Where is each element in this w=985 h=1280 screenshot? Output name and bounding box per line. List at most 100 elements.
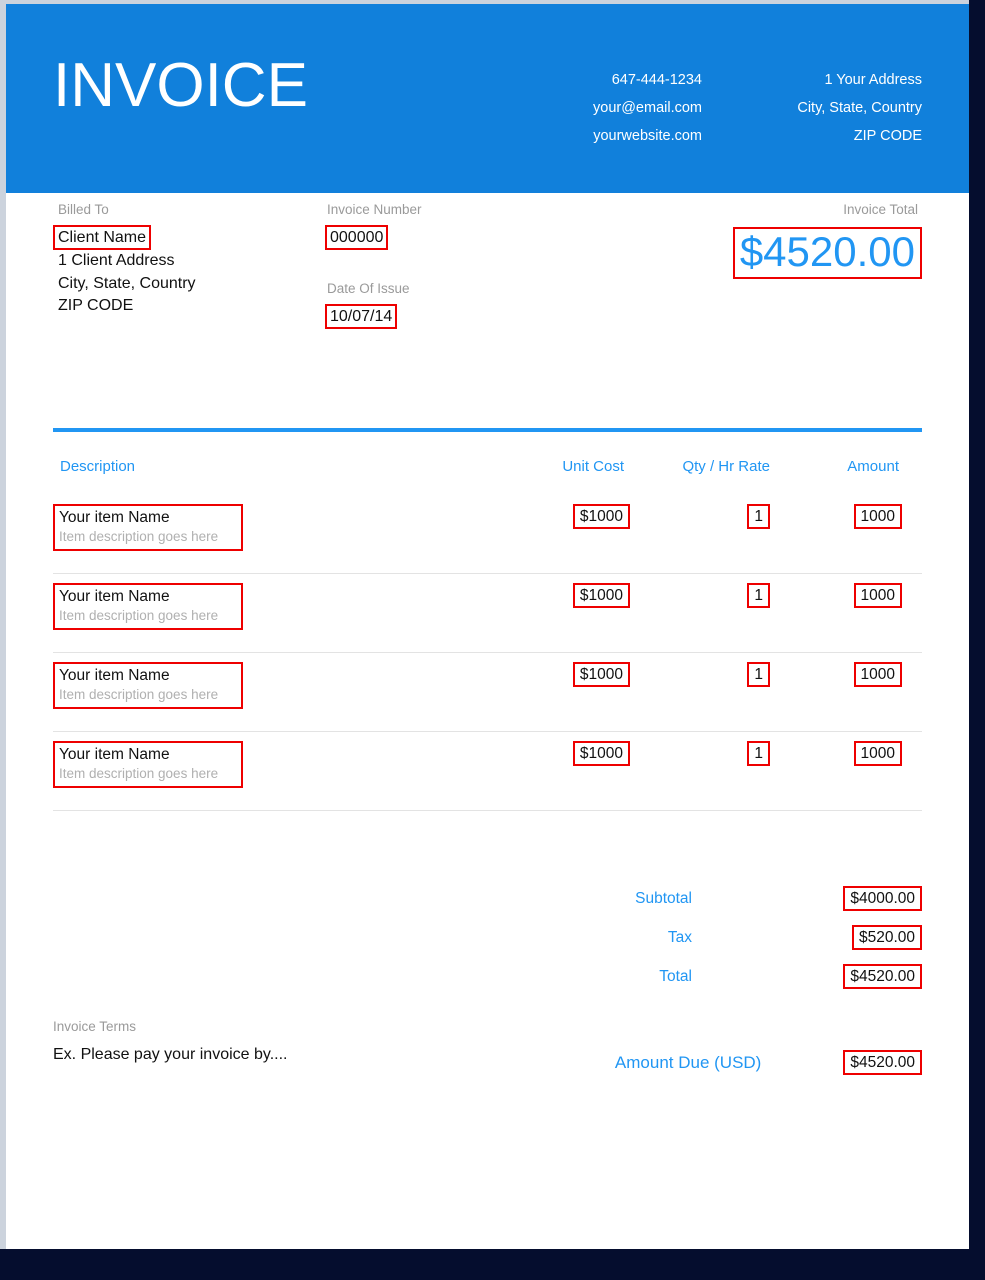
item-amount-cell[interactable]: 1000	[808, 652, 922, 732]
item-qty-cell[interactable]: 1	[663, 731, 808, 811]
item-unit-cost[interactable]: $1000	[572, 741, 630, 766]
page-frame: INVOICE 647-444-1234 your@email.com your…	[0, 0, 969, 1249]
invoice-header-band: INVOICE 647-444-1234 your@email.com your…	[6, 4, 969, 193]
item-description[interactable]: Item description goes here	[59, 686, 237, 704]
company-website: yourwebsite.com	[593, 128, 702, 144]
item-qty-cell[interactable]: 1	[663, 573, 808, 653]
page-title: INVOICE	[53, 51, 308, 120]
item-description[interactable]: Item description goes here	[59, 528, 237, 546]
totals-row-tax: Tax $520.00	[635, 918, 922, 957]
invoice-total-label: Invoice Total	[843, 202, 918, 217]
company-address-column: 1 Your Address City, State, Country ZIP …	[702, 66, 922, 150]
item-amount-cell[interactable]: 1000	[808, 495, 922, 574]
invoice-footer: Invoice Terms Ex. Please pay your invoic…	[53, 1018, 922, 1098]
item-description-cell[interactable]: Your item Name Item description goes her…	[53, 731, 483, 811]
client-name-value[interactable]: Client Name	[53, 225, 152, 250]
invoice-page: INVOICE 647-444-1234 your@email.com your…	[6, 4, 969, 1249]
item-name[interactable]: Your item Name	[59, 745, 237, 765]
item-qty[interactable]: 1	[747, 662, 770, 687]
column-header-unit-cost: Unit Cost	[562, 458, 624, 475]
company-phone: 647-444-1234	[611, 72, 702, 88]
item-unit-cost-cell[interactable]: $1000	[483, 573, 663, 653]
totals-area: Subtotal $4000.00 Tax $520.00 Total $452…	[53, 879, 922, 996]
invoice-number-value[interactable]: 000000	[325, 225, 389, 250]
totals-table: Subtotal $4000.00 Tax $520.00 Total $452…	[635, 879, 922, 996]
subtotal-label: Subtotal	[635, 889, 692, 907]
amount-due-label: Amount Due (USD)	[614, 1052, 762, 1072]
date-of-issue-value[interactable]: 10/07/14	[325, 304, 398, 329]
item-amount-cell[interactable]: 1000	[808, 731, 922, 811]
company-email: your@email.com	[593, 100, 702, 116]
screenshot-root: INVOICE 647-444-1234 your@email.com your…	[0, 0, 985, 1280]
item-description-cell[interactable]: Your item Name Item description goes her…	[53, 495, 483, 574]
item-description-box[interactable]: Your item Name Item description goes her…	[53, 662, 243, 709]
total-label: Total	[659, 967, 692, 985]
table-row[interactable]: Your item Name Item description goes her…	[53, 731, 922, 811]
invoice-total-value: $4520.00	[732, 227, 922, 279]
invoice-meta-block: Invoice Number 000000 Date Of Issue 10/0…	[325, 201, 555, 329]
item-amount[interactable]: 1000	[853, 504, 902, 529]
total-value[interactable]: $4520.00	[843, 964, 922, 989]
table-row[interactable]: Your item Name Item description goes her…	[53, 495, 922, 574]
item-name[interactable]: Your item Name	[59, 587, 237, 607]
item-unit-cost[interactable]: $1000	[572, 504, 630, 529]
invoice-number-field[interactable]: 000000	[325, 225, 555, 250]
item-description[interactable]: Item description goes here	[59, 765, 237, 783]
item-qty[interactable]: 1	[747, 504, 770, 529]
item-description-box[interactable]: Your item Name Item description goes her…	[53, 504, 243, 551]
item-description-box[interactable]: Your item Name Item description goes her…	[53, 741, 243, 788]
invoice-meta-row: Billed To Client Name 1 Client Address C…	[53, 193, 922, 428]
tax-value[interactable]: $520.00	[851, 925, 922, 950]
amount-due-row: Amount Due (USD) $4520.00	[615, 1050, 922, 1075]
billed-to-block: Billed To Client Name 1 Client Address C…	[53, 201, 313, 318]
item-qty[interactable]: 1	[747, 583, 770, 608]
item-amount[interactable]: 1000	[853, 583, 902, 608]
client-address-zip: ZIP CODE	[58, 297, 134, 314]
item-description-box[interactable]: Your item Name Item description goes her…	[53, 583, 243, 630]
table-row[interactable]: Your item Name Item description goes her…	[53, 652, 922, 732]
item-amount[interactable]: 1000	[853, 662, 902, 687]
invoice-body: Billed To Client Name 1 Client Address C…	[6, 193, 969, 1098]
tax-label: Tax	[667, 928, 692, 946]
company-address-line2: City, State, Country	[797, 100, 922, 116]
date-of-issue-label: Date Of Issue	[327, 281, 410, 296]
item-name[interactable]: Your item Name	[59, 666, 237, 686]
item-qty-cell[interactable]: 1	[663, 495, 808, 574]
item-description[interactable]: Item description goes here	[59, 607, 237, 625]
totals-row-subtotal: Subtotal $4000.00	[635, 879, 922, 918]
amount-due-value[interactable]: $4520.00	[843, 1050, 922, 1075]
header-contact-block: 647-444-1234 your@email.com yourwebsite.…	[457, 66, 922, 150]
item-unit-cost-cell[interactable]: $1000	[483, 652, 663, 732]
tax-value-cell[interactable]: $520.00	[812, 918, 922, 957]
item-qty[interactable]: 1	[747, 741, 770, 766]
company-address-zip: ZIP CODE	[853, 128, 922, 144]
date-of-issue-field[interactable]: 10/07/14	[325, 304, 555, 329]
client-name-field[interactable]: Client Name	[53, 225, 313, 250]
item-description-cell[interactable]: Your item Name Item description goes her…	[53, 652, 483, 732]
item-unit-cost[interactable]: $1000	[572, 662, 630, 687]
item-amount[interactable]: 1000	[853, 741, 902, 766]
column-header-amount: Amount	[847, 458, 899, 475]
line-items-table: Description Unit Cost Qty / Hr Rate Amou…	[53, 432, 922, 811]
invoice-total-block: Invoice Total $4520.00	[732, 201, 922, 279]
total-value-cell[interactable]: $4520.00	[812, 957, 922, 996]
totals-row-total: Total $4520.00	[635, 957, 922, 996]
item-unit-cost-cell[interactable]: $1000	[483, 731, 663, 811]
item-qty-cell[interactable]: 1	[663, 652, 808, 732]
invoice-number-label: Invoice Number	[327, 202, 422, 217]
table-row[interactable]: Your item Name Item description goes her…	[53, 573, 922, 653]
client-address-line1: 1 Client Address	[58, 252, 175, 269]
subtotal-value[interactable]: $4000.00	[843, 886, 922, 911]
billed-to-label: Billed To	[58, 202, 109, 217]
column-header-qty: Qty / Hr Rate	[682, 458, 770, 475]
item-name[interactable]: Your item Name	[59, 508, 237, 528]
subtotal-value-cell[interactable]: $4000.00	[812, 879, 922, 918]
item-amount-cell[interactable]: 1000	[808, 573, 922, 653]
client-address-line2: City, State, Country	[58, 274, 196, 292]
item-unit-cost-cell[interactable]: $1000	[483, 495, 663, 574]
invoice-terms-label: Invoice Terms	[53, 1019, 137, 1034]
item-unit-cost[interactable]: $1000	[572, 583, 630, 608]
company-address-line1: 1 Your Address	[824, 72, 922, 88]
meta-spacer	[325, 250, 555, 280]
item-description-cell[interactable]: Your item Name Item description goes her…	[53, 573, 483, 653]
